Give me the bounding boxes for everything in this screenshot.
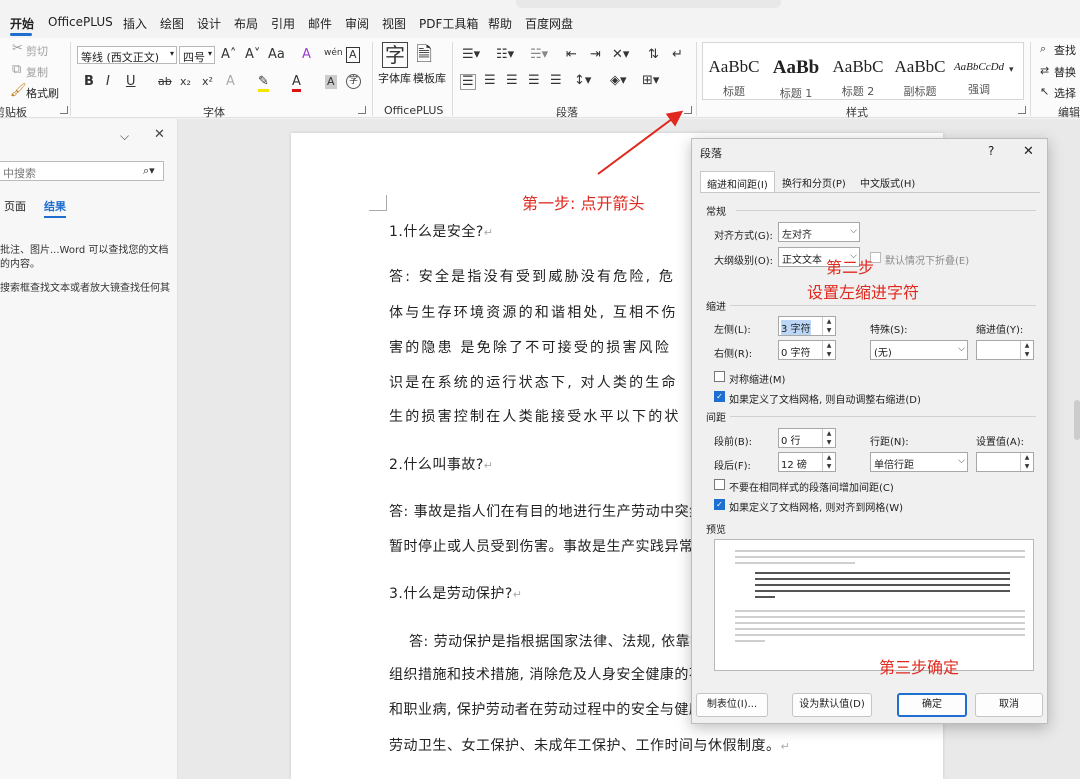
section-general: 常规 <box>706 207 726 218</box>
tab-line-page-breaks[interactable]: 换行和分页(P) <box>776 171 852 193</box>
preview-line <box>755 590 1010 592</box>
spinner-arrows-icon[interactable]: ▲ ▼ <box>822 453 835 471</box>
step1-arrow <box>597 110 684 175</box>
preview-line <box>755 578 1010 580</box>
outline-level-value: 正文文本 <box>782 255 822 266</box>
snap-to-grid-checkbox[interactable]: ✓ <box>714 499 725 510</box>
step1-annotation: 第一步: 点开箭头 <box>522 194 645 213</box>
paragraph-dialog: 段落 ? ✕ 缩进和间距(I) 换行和分页(P) 中文版式(H) 常规 对齐方式… <box>691 138 1048 724</box>
divider <box>736 210 1036 211</box>
space-before-spinner[interactable]: 0 行 ▲ ▼ <box>778 428 836 448</box>
preview-line <box>755 572 1010 574</box>
tab-divider <box>700 192 1040 193</box>
line-spacing-value: 单倍行距 <box>874 460 914 471</box>
preview-line <box>755 596 775 598</box>
section-indent: 缩进 <box>706 302 726 313</box>
close-icon[interactable]: ✕ <box>1023 144 1034 159</box>
divider <box>730 416 1036 417</box>
paragraph-preview <box>714 539 1034 671</box>
no-space-same-style-label: 不要在相同样式的段落间增加间距(C) <box>729 483 894 494</box>
space-before-value: 0 行 <box>781 436 801 447</box>
step3-annotation: 第三步确定 <box>879 658 960 677</box>
spinner-arrows-icon[interactable]: ▲ ▼ <box>1020 341 1033 359</box>
cancel-button[interactable]: 取消 <box>975 693 1043 717</box>
alignment-label: 对齐方式(G): <box>714 231 773 242</box>
left-indent-value: 3 字符 <box>781 320 811 335</box>
preview-line <box>735 634 1025 636</box>
preview-line <box>755 584 1010 586</box>
mirror-indent-checkbox[interactable] <box>714 371 725 382</box>
divider <box>730 305 1036 306</box>
auto-adjust-checkbox[interactable]: ✓ <box>714 391 725 402</box>
set-value-label: 设置值(A): <box>976 437 1025 448</box>
section-preview: 预览 <box>706 525 726 536</box>
spinner-arrows-icon[interactable]: ▲ ▼ <box>1020 453 1033 471</box>
space-after-value: 12 磅 <box>781 460 807 471</box>
right-indent-label: 右侧(R): <box>714 349 753 360</box>
alignment-select[interactable]: 左对齐 ⌵ <box>778 222 860 242</box>
outline-level-label: 大纲级别(O): <box>714 256 774 267</box>
special-indent-label: 特殊(S): <box>870 325 908 336</box>
section-spacing: 间距 <box>706 413 726 424</box>
dialog-title: 段落 <box>700 147 722 160</box>
chevron-down-icon: ⌵ <box>850 226 857 236</box>
set-default-button[interactable]: 设为默认值(D) <box>792 693 872 717</box>
space-before-label: 段前(B): <box>714 437 753 448</box>
tab-asian-typography[interactable]: 中文版式(H) <box>854 171 921 193</box>
snap-to-grid-label: 如果定义了文档网格, 则对齐到网格(W) <box>729 503 904 514</box>
left-indent-label: 左侧(L): <box>714 325 751 336</box>
indent-by-label: 缩进值(Y): <box>976 325 1024 336</box>
preview-line <box>735 622 1025 624</box>
preview-line <box>735 550 1025 552</box>
mirror-indent-label: 对称缩进(M) <box>729 375 786 386</box>
chevron-down-icon: ⌵ <box>958 344 965 354</box>
space-after-label: 段后(F): <box>714 461 751 472</box>
step2-annotation-detail: 设置左缩进字符 <box>807 283 920 302</box>
ok-button[interactable]: 确定 <box>897 693 967 717</box>
right-indent-spinner[interactable]: 0 字符 ▲ ▼ <box>778 340 836 360</box>
right-indent-value: 0 字符 <box>781 348 811 359</box>
step2-annotation: 第二步 <box>826 258 875 277</box>
spinner-arrows-icon[interactable]: ▲ ▼ <box>822 429 835 447</box>
line-spacing-select[interactable]: 单倍行距 ⌵ <box>870 452 968 472</box>
preview-line <box>735 628 1025 630</box>
spinner-arrows-icon[interactable]: ▲ ▼ <box>822 341 835 359</box>
no-space-same-style-checkbox[interactable] <box>714 479 725 490</box>
auto-adjust-label: 如果定义了文档网格, 则自动调整右缩进(D) <box>729 395 921 406</box>
preview-line <box>735 616 1025 618</box>
preview-line <box>735 640 765 642</box>
collapse-label: 默认情况下折叠(E) <box>885 256 970 267</box>
indent-by-spinner[interactable]: ▲ ▼ <box>976 340 1034 360</box>
alignment-value: 左对齐 <box>782 230 812 241</box>
set-value-spinner[interactable]: ▲ ▼ <box>976 452 1034 472</box>
tab-indent-spacing[interactable]: 缩进和间距(I) <box>700 171 775 193</box>
help-button[interactable]: ? <box>988 144 994 158</box>
preview-line <box>735 610 1025 612</box>
line-spacing-label: 行距(N): <box>870 437 909 448</box>
special-indent-select[interactable]: (无) ⌵ <box>870 340 968 360</box>
chevron-down-icon: ⌵ <box>958 456 965 466</box>
preview-line <box>735 562 855 564</box>
left-indent-spinner[interactable]: 3 字符 ▲ ▼ <box>778 316 836 336</box>
space-after-spinner[interactable]: 12 磅 ▲ ▼ <box>778 452 836 472</box>
preview-line <box>735 556 1025 558</box>
tabs-button[interactable]: 制表位(I)... <box>696 693 768 717</box>
spinner-arrows-icon[interactable]: ▲ ▼ <box>822 317 835 335</box>
special-indent-value: (无) <box>874 348 892 359</box>
